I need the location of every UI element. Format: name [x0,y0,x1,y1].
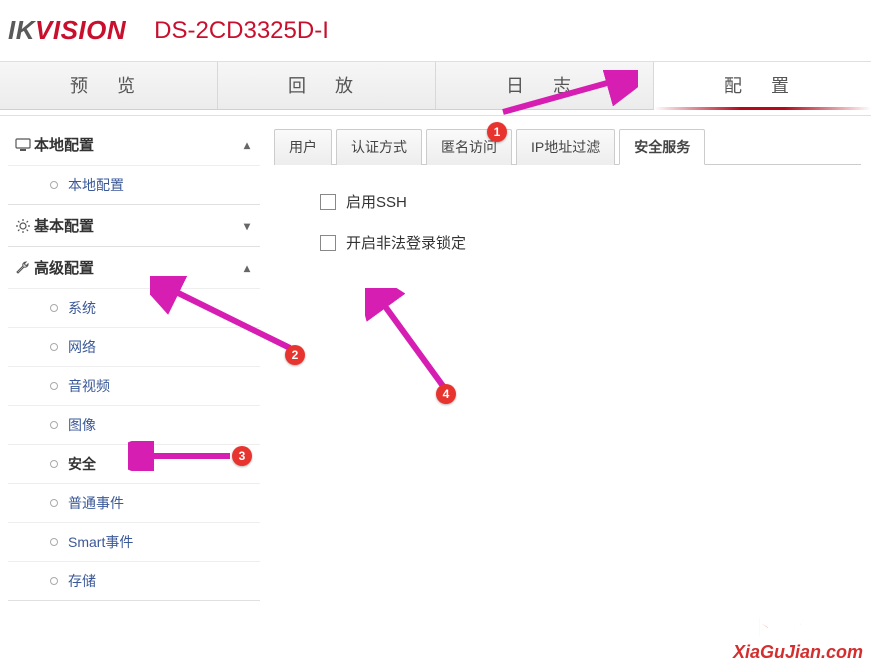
security-options: 启用SSH 开启非法登录锁定 [274,165,861,253]
row-enable-ssh: 启用SSH [320,191,861,212]
sub-tab-bar: 用户 认证方式 匿名访问 IP地址过滤 安全服务 [274,128,861,165]
sidebar-title-basic: 基本配置 [34,215,94,236]
annotation-badge-4: 4 [436,384,456,404]
subtab-ipfilter[interactable]: IP地址过滤 [516,129,615,165]
gear-icon [12,217,34,235]
sidebar: 本地配置 ▴ 本地配置 基本配置 ▾ 高级配置 ▴ [0,116,260,601]
sidebar-item-storage[interactable]: 存储 [8,561,260,600]
label-illegal-login-lock: 开启非法登录锁定 [346,232,466,253]
wrench-icon [12,259,34,277]
subtab-security-service[interactable]: 安全服务 [619,129,705,165]
monitor-icon [12,136,34,154]
annotation-badge-2: 2 [285,345,305,365]
tab-config[interactable]: 配 置 [654,62,871,109]
sidebar-head-local[interactable]: 本地配置 ▴ [8,124,260,165]
annotation-arrow-3 [128,441,238,471]
content-panel: 用户 认证方式 匿名访问 IP地址过滤 安全服务 启用SSH 开启非法登录锁定 [260,116,871,601]
tab-preview[interactable]: 预 览 [0,62,218,109]
sidebar-sublist-local: 本地配置 [8,165,260,204]
checkbox-enable-ssh[interactable] [320,194,336,210]
annotation-badge-3: 3 [232,446,252,466]
top-tab-bar: 预 览 回 放 日 志 配 置 [0,62,871,110]
checkbox-illegal-login-lock[interactable] [320,235,336,251]
sidebar-item-image[interactable]: 图像 [8,405,260,444]
annotation-arrow-1 [498,70,638,120]
label-enable-ssh: 启用SSH [346,191,407,212]
sidebar-item-local-config[interactable]: 本地配置 [8,165,260,204]
sidebar-item-events[interactable]: 普通事件 [8,483,260,522]
watermark-line2: XiaGuJian.com [733,642,863,663]
annotation-arrow-2 [150,276,300,356]
annotation-arrow-4 [365,288,455,393]
device-model: DS-2CD3325D-I [154,17,329,45]
chevron-up-icon: ▴ [244,138,250,152]
chevron-down-icon: ▾ [244,219,250,233]
row-illegal-login-lock: 开启非法登录锁定 [320,232,861,253]
sidebar-item-smart-events[interactable]: Smart事件 [8,522,260,561]
sidebar-head-basic[interactable]: 基本配置 ▾ [8,205,260,246]
subtab-auth[interactable]: 认证方式 [336,129,422,165]
watermark: 下固件网 XiaGuJian.com [733,607,863,663]
brand-logo: IKVISION [8,15,126,46]
sidebar-section-local: 本地配置 ▴ 本地配置 [8,124,260,205]
header: IKVISION DS-2CD3325D-I [0,0,871,62]
subtab-user[interactable]: 用户 [274,129,332,165]
chevron-up-icon: ▴ [244,261,250,275]
watermark-line1: 下固件网 [733,607,863,642]
annotation-badge-1: 1 [487,122,507,142]
tab-playback[interactable]: 回 放 [218,62,436,109]
sidebar-title-advanced: 高级配置 [34,257,94,278]
brand-logo-accent: VISION [35,15,126,45]
sidebar-title-local: 本地配置 [34,134,94,155]
sidebar-section-basic: 基本配置 ▾ [8,205,260,247]
sidebar-item-av[interactable]: 音视频 [8,366,260,405]
